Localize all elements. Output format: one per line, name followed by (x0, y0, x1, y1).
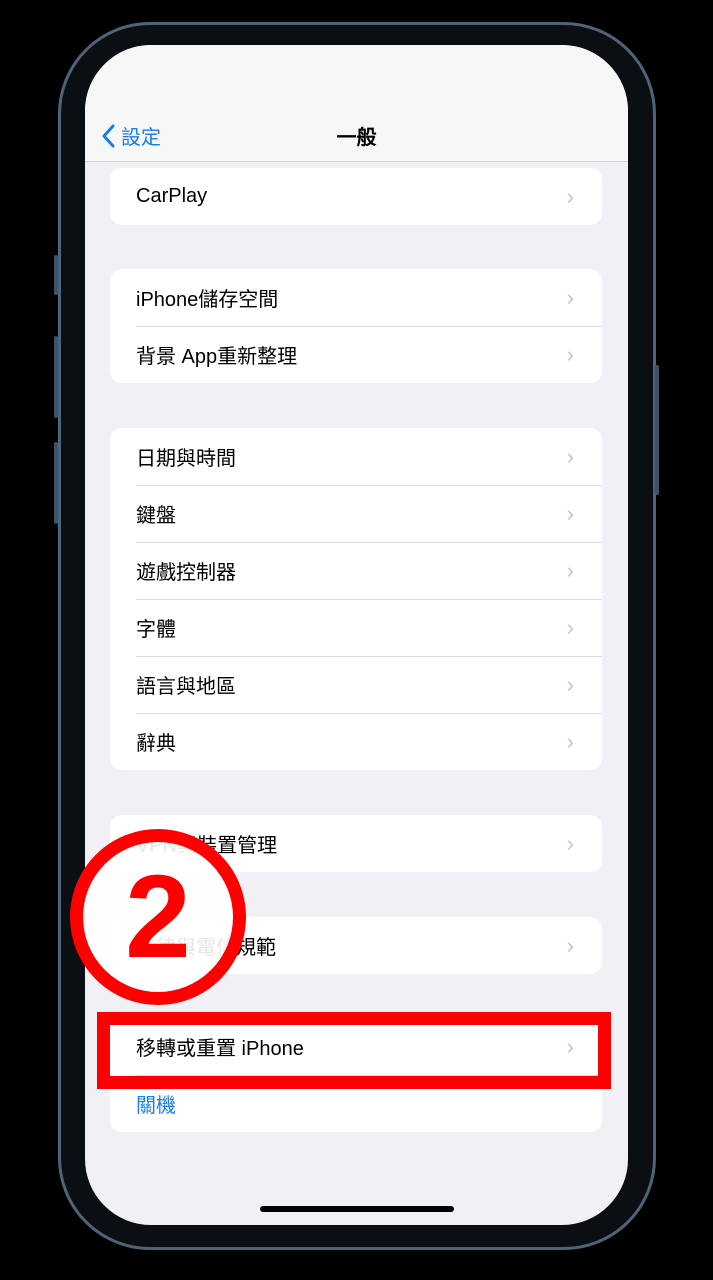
chevron-right-icon: › (566, 341, 574, 367)
page-title: 一般 (336, 127, 377, 149)
item-label: 關機 (136, 1095, 176, 1117)
chevron-right-icon: › (566, 671, 574, 697)
list-item-game-controller[interactable]: 遊戲控制器 › (110, 542, 602, 599)
chevron-right-icon: › (566, 183, 574, 209)
item-label: 日期與時間 (136, 448, 236, 470)
item-label: 字體 (136, 619, 176, 641)
chevron-right-icon: › (566, 830, 574, 856)
list-item-background-refresh[interactable]: 背景 App重新整理 › (110, 326, 602, 383)
step-number: 2 (125, 851, 191, 983)
item-label: 背景 App重新整理 (136, 346, 298, 368)
chevron-right-icon: › (566, 932, 574, 958)
list-item-storage[interactable]: iPhone儲存空間 › (110, 269, 602, 326)
chevron-right-icon: › (566, 500, 574, 526)
item-label: 語言與地區 (136, 676, 236, 698)
item-label: iPhone儲存空間 (136, 289, 279, 311)
chevron-right-icon: › (566, 443, 574, 469)
settings-group: 日期與時間 › 鍵盤 › 遊戲控制器 › 字體 › 語言與地區 › 辭典 › (110, 428, 602, 770)
chevron-right-icon: › (566, 728, 574, 754)
side-button (655, 365, 659, 495)
item-label: 遊戲控制器 (136, 562, 236, 584)
silent-switch (54, 255, 58, 295)
item-label: CarPlay (136, 185, 208, 207)
volume-up-button (54, 336, 58, 418)
item-label: 辭典 (136, 733, 176, 755)
settings-group: iPhone儲存空間 › 背景 App重新整理 › (110, 269, 602, 383)
chevron-right-icon: › (566, 557, 574, 583)
list-item-keyboard[interactable]: 鍵盤 › (110, 485, 602, 542)
chevron-right-icon: › (566, 284, 574, 310)
list-item-date-time[interactable]: 日期與時間 › (110, 428, 602, 485)
chevron-right-icon: › (566, 614, 574, 640)
list-item-language-region[interactable]: 語言與地區 › (110, 656, 602, 713)
home-indicator (260, 1206, 454, 1212)
highlight-box (97, 1012, 611, 1089)
list-item-fonts[interactable]: 字體 › (110, 599, 602, 656)
settings-group: CarPlay › (110, 168, 602, 225)
list-item-dictionary[interactable]: 辭典 › (110, 713, 602, 770)
item-label: 鍵盤 (136, 505, 176, 527)
navigation-bar: 設定 一般 (85, 45, 628, 162)
volume-down-button (54, 442, 58, 524)
list-item-carplay[interactable]: CarPlay › (110, 168, 602, 225)
step-number-badge: 2 (70, 829, 246, 1005)
